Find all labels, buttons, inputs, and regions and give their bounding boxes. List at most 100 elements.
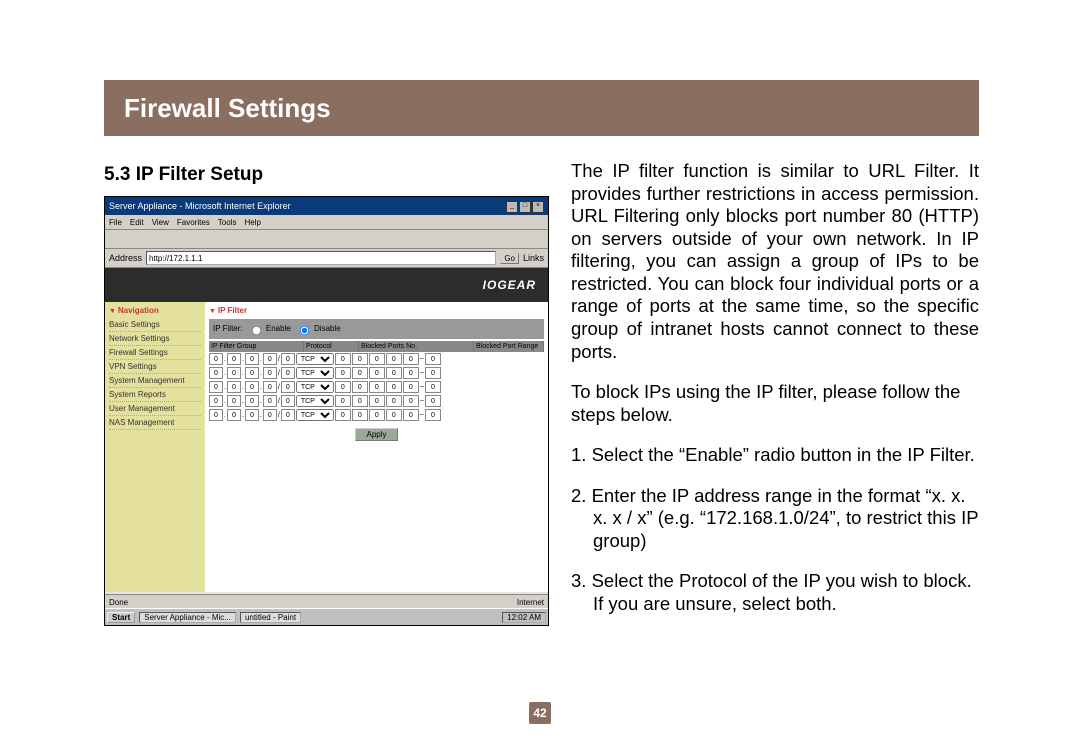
port-input[interactable] <box>352 409 368 421</box>
ip-octet-input[interactable] <box>227 381 241 393</box>
nav-system-reports[interactable]: System Reports <box>109 388 201 402</box>
nav-vpn-settings[interactable]: VPN Settings <box>109 360 201 374</box>
ip-octet-input[interactable] <box>263 353 277 365</box>
ip-octet-input[interactable] <box>263 381 277 393</box>
apply-button[interactable]: Apply <box>355 428 397 441</box>
address-label: Address <box>109 253 142 263</box>
brand-logo: IOGEAR <box>483 278 536 292</box>
ip-octet-input[interactable] <box>227 367 241 379</box>
protocol-select[interactable]: TCP <box>296 367 334 379</box>
ip-mask-input[interactable] <box>281 409 295 421</box>
port-range-to[interactable] <box>425 395 441 407</box>
nav-nas-management[interactable]: NAS Management <box>109 416 201 430</box>
menu-edit[interactable]: Edit <box>130 218 144 227</box>
port-range-from[interactable] <box>403 409 419 421</box>
ip-mask-input[interactable] <box>281 353 295 365</box>
minimize-icon[interactable]: _ <box>506 201 518 213</box>
disable-radio[interactable] <box>300 326 309 335</box>
port-range-to[interactable] <box>425 381 441 393</box>
nav-firewall-settings[interactable]: Firewall Settings <box>109 346 201 360</box>
nav-panel: Navigation Basic Settings Network Settin… <box>105 302 205 592</box>
nav-basic-settings[interactable]: Basic Settings <box>109 318 201 332</box>
nav-user-management[interactable]: User Management <box>109 402 201 416</box>
col-ports: Blocked Ports No. <box>359 341 474 352</box>
menu-favorites[interactable]: Favorites <box>177 218 210 227</box>
port-range-from[interactable] <box>403 395 419 407</box>
ip-octet-input[interactable] <box>209 381 223 393</box>
port-input[interactable] <box>369 367 385 379</box>
menu-bar: File Edit View Favorites Tools Help <box>105 215 548 230</box>
ip-octet-input[interactable] <box>227 395 241 407</box>
ip-octet-input[interactable] <box>245 367 259 379</box>
page-body: Navigation Basic Settings Network Settin… <box>105 302 548 592</box>
protocol-select[interactable]: TCP <box>296 353 334 365</box>
taskbar-item-2[interactable]: untitled - Paint <box>240 612 301 623</box>
ip-mask-input[interactable] <box>281 381 295 393</box>
banner: Firewall Settings <box>104 80 979 136</box>
ip-octet-input[interactable] <box>245 395 259 407</box>
ip-octet-input[interactable] <box>209 353 223 365</box>
ip-octet-input[interactable] <box>227 409 241 421</box>
port-input[interactable] <box>335 367 351 379</box>
port-input[interactable] <box>369 381 385 393</box>
window-titlebar: Server Appliance - Microsoft Internet Ex… <box>105 197 548 215</box>
nav-network-settings[interactable]: Network Settings <box>109 332 201 346</box>
maximize-icon[interactable]: □ <box>519 201 531 213</box>
nav-title: Navigation <box>109 306 201 315</box>
port-input[interactable] <box>369 353 385 365</box>
port-input[interactable] <box>352 367 368 379</box>
port-input[interactable] <box>386 353 402 365</box>
menu-view[interactable]: View <box>152 218 169 227</box>
menu-file[interactable]: File <box>109 218 122 227</box>
port-input[interactable] <box>352 395 368 407</box>
taskbar: Start Server Appliance - Mic... untitled… <box>105 608 548 625</box>
step-3: 3. Select the Protocol of the IP you wis… <box>571 570 979 615</box>
port-input[interactable] <box>386 367 402 379</box>
ip-mask-input[interactable] <box>281 367 295 379</box>
ip-octet-input[interactable] <box>245 409 259 421</box>
taskbar-item-1[interactable]: Server Appliance - Mic... <box>139 612 236 623</box>
port-input[interactable] <box>335 409 351 421</box>
go-button[interactable]: Go <box>500 253 519 264</box>
port-input[interactable] <box>335 353 351 365</box>
port-input[interactable] <box>386 395 402 407</box>
port-range-to[interactable] <box>425 367 441 379</box>
col-proto: Protocol <box>304 341 359 352</box>
close-icon[interactable]: × <box>532 201 544 213</box>
ip-octet-input[interactable] <box>245 353 259 365</box>
port-input[interactable] <box>335 381 351 393</box>
menu-tools[interactable]: Tools <box>218 218 237 227</box>
ip-octet-input[interactable] <box>263 395 277 407</box>
ip-mask-input[interactable] <box>281 395 295 407</box>
port-input[interactable] <box>386 409 402 421</box>
ip-octet-input[interactable] <box>227 353 241 365</box>
ip-octet-input[interactable] <box>209 367 223 379</box>
disable-label: Disable <box>314 324 341 333</box>
protocol-select[interactable]: TCP <box>296 409 334 421</box>
port-input[interactable] <box>335 395 351 407</box>
port-input[interactable] <box>369 409 385 421</box>
menu-help[interactable]: Help <box>244 218 260 227</box>
port-range-from[interactable] <box>403 381 419 393</box>
port-input[interactable] <box>369 395 385 407</box>
ip-octet-input[interactable] <box>209 395 223 407</box>
protocol-select[interactable]: TCP <box>296 395 334 407</box>
ip-octet-input[interactable] <box>209 409 223 421</box>
ip-octet-input[interactable] <box>263 367 277 379</box>
port-input[interactable] <box>352 381 368 393</box>
address-input[interactable] <box>146 251 496 265</box>
port-input[interactable] <box>352 353 368 365</box>
port-range-from[interactable] <box>403 367 419 379</box>
port-range-to[interactable] <box>425 409 441 421</box>
ip-octet-input[interactable] <box>263 409 277 421</box>
status-zone: Internet <box>517 598 544 607</box>
enable-radio[interactable] <box>252 326 261 335</box>
ip-octet-input[interactable] <box>245 381 259 393</box>
protocol-select[interactable]: TCP <box>296 381 334 393</box>
port-input[interactable] <box>386 381 402 393</box>
port-range-from[interactable] <box>403 353 419 365</box>
port-range-to[interactable] <box>425 353 441 365</box>
nav-system-management[interactable]: System Management <box>109 374 201 388</box>
table-row: .../TCP~ <box>209 394 544 408</box>
start-button[interactable]: Start <box>107 612 135 623</box>
